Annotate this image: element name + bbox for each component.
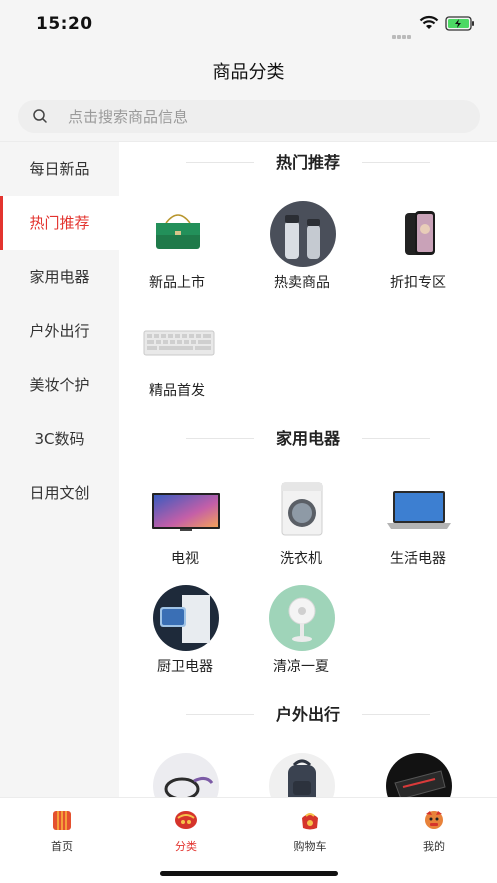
section-title-outdoor: 户外出行 [119,703,497,727]
tab-label: 购物车 [293,840,327,853]
category-tile[interactable]: 洗衣机 [246,477,356,577]
sidebar-item-beauty[interactable]: 美妆个护 [0,358,119,412]
category-tile[interactable]: 热卖商品 [247,201,357,301]
tile-label: 清凉一夏 [273,659,329,675]
battery-icon [445,16,474,31]
tile-label: 洗衣机 [280,551,322,567]
category-icon [175,811,197,829]
category-tile[interactable]: 精品首发 [122,309,232,409]
section-title-hot: 热门推荐 [119,151,497,175]
tile-label: 厨卫电器 [157,659,213,675]
category-tile[interactable] [246,753,356,797]
page-title: 商品分类 [212,62,285,83]
tab-profile[interactable]: 我的 [394,806,474,853]
smartphone-image [405,211,435,255]
bike-accessory-image [153,753,219,797]
sidebar-item-daily-goods[interactable]: 日用文创 [0,466,119,520]
sidebar-item-daily-new[interactable]: 每日新品 [0,142,119,196]
tv-image [152,493,220,531]
category-tile[interactable] [130,753,240,797]
tab-cart[interactable]: 购物车 [270,806,350,853]
category-tile[interactable]: 厨卫电器 [130,585,240,685]
search-bar [0,92,497,142]
navigation-bar: 商品分类 [0,48,497,92]
tab-home[interactable]: 首页 [22,806,102,853]
tab-label: 首页 [51,840,73,853]
section-title-text: 家用电器 [275,429,340,448]
tile-label: 新品上市 [149,275,205,291]
status-time: 15:20 [36,14,93,34]
section-title-appliances: 家用电器 [119,427,497,451]
tile-label: 精品首发 [149,383,205,399]
category-tile[interactable]: 新品上市 [122,201,232,301]
category-tile[interactable]: 折扣专区 [363,201,473,301]
sidebar-item-3c-digital[interactable]: 3C数码 [0,412,119,466]
category-tile[interactable]: 电视 [130,477,240,577]
washing-machine-image [281,482,323,536]
category-sidebar: 每日新品 热门推荐 家用电器 户外出行 美妆个护 3C数码 日用文创 [0,142,119,797]
tab-category[interactable]: 分类 [146,806,226,853]
signal-icon [392,24,414,39]
search-icon [33,109,47,123]
sidebar-item-outdoor[interactable]: 户外出行 [0,304,119,358]
laptop-image [387,491,451,529]
backpack-image [269,753,335,797]
sidebar-item-home-appliances[interactable]: 家用电器 [0,250,119,304]
tab-label: 分类 [175,840,197,853]
status-bar: 15:20 [0,0,497,48]
bathroom-appliance-image [153,585,219,651]
cart-icon [302,813,318,830]
fan-image [269,585,335,651]
section-title-text: 户外出行 [275,705,340,724]
thermos-bottles-image [270,201,336,267]
tile-label: 电视 [171,551,199,567]
tile-label: 生活电器 [390,551,446,567]
category-tile[interactable] [363,753,473,797]
category-content: 热门推荐 新品上市 热卖商品 折扣专区 精品首发 家用电器 电视 洗衣机 生活电… [119,142,497,797]
category-tile[interactable]: 清凉一夏 [246,585,356,685]
green-handbag-image [156,214,200,249]
tab-label: 我的 [423,840,445,853]
home-icon [53,811,71,830]
tile-label: 折扣专区 [390,275,446,291]
tile-label: 热卖商品 [274,275,330,291]
home-indicator [160,871,338,876]
bike-bag-image [386,753,452,797]
search-box[interactable] [18,100,480,133]
search-input[interactable] [68,100,468,133]
category-tile[interactable]: 生活电器 [363,477,473,577]
profile-icon [425,811,443,829]
keyboard-image [143,330,215,356]
section-title-text: 热门推荐 [275,153,340,172]
wifi-icon [419,15,439,29]
sidebar-item-hot-recommend[interactable]: 热门推荐 [0,196,119,250]
